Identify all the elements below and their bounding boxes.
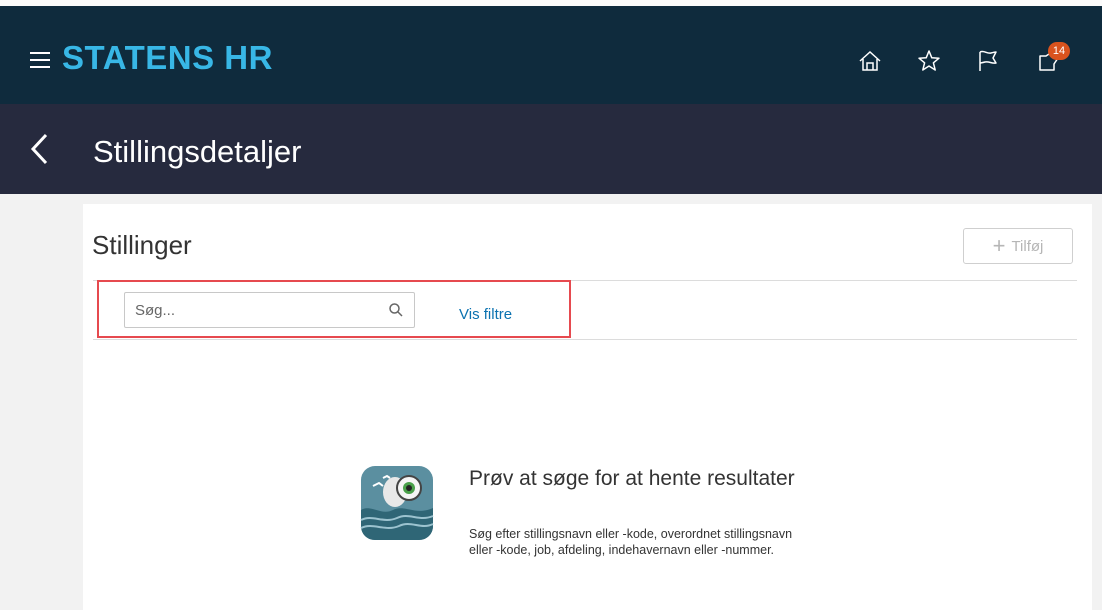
divider-bottom — [93, 339, 1077, 340]
section-title: Stillinger — [92, 230, 192, 260]
brand-logo: STATENS HR — [62, 39, 273, 76]
search-highlight-box — [97, 280, 571, 338]
flag-icon[interactable] — [975, 48, 1001, 74]
home-icon[interactable] — [857, 48, 883, 74]
page-title: Stillingsdetaljer — [93, 134, 302, 169]
plus-icon: + — [992, 233, 1006, 258]
chevron-left-icon[interactable] — [28, 132, 50, 166]
notification-badge: 14 — [1048, 42, 1070, 60]
positions-panel: Stillinger + Tilføj Vis filtre — [83, 204, 1092, 610]
star-icon[interactable] — [916, 48, 942, 74]
page-header: Stillingsdetaljer — [0, 104, 1102, 194]
app-header: STATENS HR 14 — [0, 6, 1102, 104]
binoculars-illustration-icon — [359, 464, 435, 542]
empty-state-title: Prøv at søge for at hente resultater — [469, 467, 795, 490]
hamburger-icon[interactable] — [30, 52, 50, 68]
add-button[interactable]: + Tilføj — [963, 228, 1073, 264]
add-button-label: Tilføj — [1011, 237, 1044, 255]
empty-state-description: Søg efter stillingsnavn eller -kode, ove… — [469, 527, 793, 557]
